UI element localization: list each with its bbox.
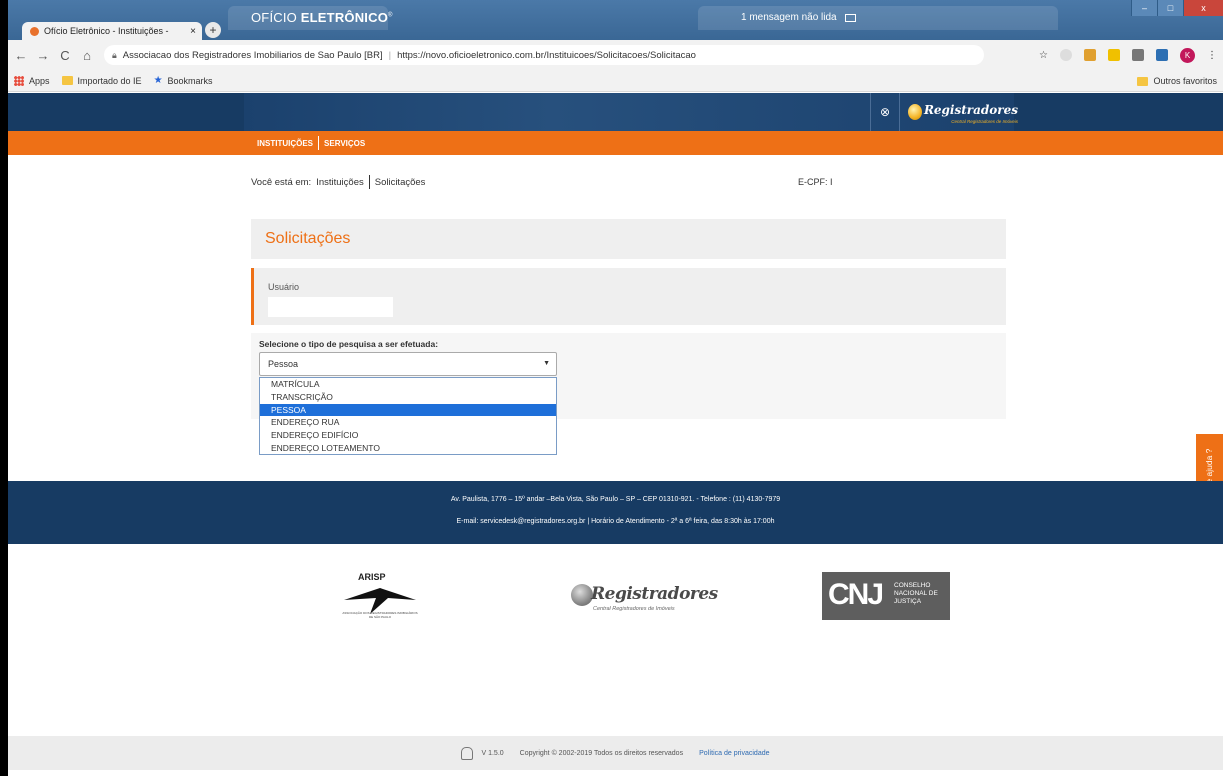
main-menu: INSTITUIÇÕES SERVIÇOS — [8, 131, 1223, 155]
profile-avatar[interactable]: K — [1180, 47, 1195, 63]
brand-registered: ® — [388, 12, 393, 19]
registradores-header-logo: Registradores Central Registradores de I… — [908, 99, 1018, 125]
bookmark-label: Bookmarks — [167, 75, 213, 86]
maximize-button[interactable]: □ — [1157, 0, 1183, 16]
menu-item-instituicoes[interactable]: INSTITUIÇÕES — [252, 139, 318, 148]
tab-close-icon[interactable]: × — [190, 26, 196, 37]
messages-text: 1 mensagem não lida — [741, 12, 837, 23]
dropdown-arrow-icon: ▼ — [543, 360, 550, 367]
footer-address: Av. Paulista, 1776 – 15º andar –Bela Vis… — [450, 496, 781, 503]
logout-button[interactable]: ⊗ — [870, 93, 900, 131]
page-title: Solicitações — [265, 230, 351, 247]
option-transcricao[interactable]: TRANSCRIÇÃO — [260, 391, 556, 404]
tab-title: Ofício Eletrônico - Instituições - — [44, 26, 169, 36]
copyright: Copyright © 2002-2019 Todos os direitos … — [519, 749, 684, 757]
site-footer: Av. Paulista, 1776 – 15º andar –Bela Vis… — [8, 481, 1223, 544]
cnj-logo[interactable]: CNJ CONSELHO NACIONAL DE JUSTIÇA — [822, 572, 950, 620]
back-arrow-icon[interactable]: ← — [12, 48, 30, 63]
extension-icon[interactable] — [1132, 49, 1144, 61]
option-matricula[interactable]: MATRÍCULA — [260, 378, 556, 391]
version: V 1.5.0 — [481, 749, 504, 757]
messages-link[interactable]: 1 mensagem não lida — [741, 12, 856, 23]
logo-subtext: Central Registradores de Imóveis — [951, 118, 1018, 124]
bookmarks-bar: Apps Importado do IE ★ Bookmarks Outros … — [8, 70, 1223, 92]
user-panel: Usuário — [251, 268, 1006, 325]
padlock-icon — [461, 746, 474, 760]
browser-toolbar: ← → C ⌂ 🔒︎ Associacao dos Registradores … — [8, 40, 1223, 70]
bookmark-label: Importado do IE — [77, 75, 142, 86]
bookmark-label: Apps — [29, 75, 50, 86]
bookmark-folder-ie[interactable]: Importado do IE — [61, 75, 142, 86]
envelope-icon — [844, 13, 856, 22]
url-text: https://novo.oficioeletronico.com.br/Ins… — [397, 49, 696, 61]
close-window-button[interactable]: x — [1183, 0, 1223, 16]
registradores-subtext: Central Registradores de Imóveis — [593, 606, 675, 612]
apps-grid-icon — [14, 75, 24, 86]
select-value: Pessoa — [268, 359, 299, 369]
bookmark-star-icon[interactable]: ☆ — [1039, 50, 1048, 61]
active-tab[interactable]: Ofício Eletrônico - Instituições - × — [22, 22, 202, 40]
globe-logo-icon — [571, 584, 593, 606]
logo-text: Registradores — [923, 102, 1018, 117]
folder-icon — [61, 76, 73, 85]
forward-arrow-icon[interactable]: → — [34, 48, 52, 63]
footer-email: E-mail: servicedesk@registradores.org.br… — [456, 518, 775, 525]
tab-strip: Ofício Eletrônico - Instituições - × + –… — [8, 0, 1223, 40]
site-brand[interactable]: OFÍCIO ELETRÔNICO® — [251, 10, 393, 25]
search-type-options: MATRÍCULA TRANSCRIÇÃO PESSOA ENDEREÇO RU… — [259, 377, 557, 455]
browser-window: Ofício Eletrônico - Instituições - × + –… — [8, 0, 1223, 776]
favicon-icon — [30, 26, 39, 36]
breadcrumb-prefix: Você está em: — [251, 176, 312, 188]
other-favorites-label: Outros favoritos — [1153, 76, 1217, 86]
new-tab-button[interactable]: + — [205, 22, 221, 38]
breadcrumb-item-instituicoes[interactable]: Instituições — [316, 177, 364, 188]
breadcrumb-divider — [368, 175, 370, 189]
toolbar-icons: ☆ K ⋮ — [1039, 47, 1217, 63]
other-favorites[interactable]: Outros favoritos — [1137, 70, 1217, 92]
registradores-logo[interactable]: Registradores Central Registradores de I… — [571, 579, 718, 619]
arisp-logo[interactable]: ARISP ASSOCIAÇÃO DOS REGISTRADORES IMOBI… — [340, 572, 420, 624]
brand-part-b: ELETRÔNICO — [300, 10, 389, 25]
option-pessoa[interactable]: PESSOA — [260, 403, 556, 417]
title-panel: Solicitações — [251, 219, 1006, 259]
extension-icon[interactable] — [1084, 49, 1096, 61]
search-type-select[interactable]: Pessoa ▼ — [259, 352, 557, 376]
extension-icon[interactable] — [1060, 49, 1072, 61]
breadcrumb-item-solicitacoes[interactable]: Solicitações — [375, 177, 426, 188]
minimize-button[interactable]: – — [1131, 0, 1157, 16]
registradores-text: Registradores — [591, 584, 718, 604]
lock-icon: 🔒︎ — [112, 49, 117, 60]
breadcrumb: Você está em: Instituições Solicitações — [251, 175, 425, 189]
menu-kebab-icon[interactable]: ⋮ — [1207, 50, 1217, 61]
search-type-label: Selecione o tipo de pesquisa a ser efetu… — [259, 339, 439, 349]
option-endereco-edificio[interactable]: ENDEREÇO EDIFÍCIO — [260, 429, 556, 442]
window-controls: – □ x — [1131, 0, 1223, 16]
bookmark-apps[interactable]: Apps — [14, 75, 50, 86]
bottom-bar: V 1.5.0 Copyright © 2002-2019 Todos os d… — [8, 736, 1223, 770]
extension-icon[interactable] — [1108, 49, 1120, 61]
site-identity: Associacao dos Registradores Imobiliario… — [122, 49, 383, 61]
reload-icon[interactable]: C — [56, 48, 74, 63]
user-label: Usuário — [268, 282, 300, 292]
brand-part-a: OFÍCIO — [251, 10, 301, 25]
site-header — [8, 93, 1223, 131]
menu-item-servicos[interactable]: SERVIÇOS — [319, 139, 370, 148]
address-bar[interactable]: 🔒︎ Associacao dos Registradores Imobilia… — [104, 45, 984, 65]
globe-logo-icon — [908, 104, 922, 120]
arisp-caption: ASSOCIAÇÃO DOS REGISTRADORES IMOBILIÁRIO… — [342, 611, 418, 619]
ecpf-label: E-CPF: I — [798, 177, 833, 187]
privacy-link[interactable]: Política de privacidade — [699, 750, 769, 757]
omnibox-separator: | — [388, 49, 392, 61]
option-endereco-rua[interactable]: ENDEREÇO RUA — [260, 416, 556, 429]
option-endereco-loteamento[interactable]: ENDEREÇO LOTEAMENTO — [260, 442, 556, 455]
folder-icon — [1137, 76, 1149, 86]
star-icon: ★ — [153, 75, 163, 86]
user-field[interactable] — [268, 297, 393, 317]
cnj-letters: CNJ — [828, 578, 884, 611]
cnj-text: CONSELHO NACIONAL DE JUSTIÇA — [894, 582, 938, 605]
bookmark-bookmarks[interactable]: ★ Bookmarks — [154, 75, 213, 86]
home-icon[interactable]: ⌂ — [78, 48, 96, 63]
extension-icon[interactable] — [1156, 49, 1168, 61]
